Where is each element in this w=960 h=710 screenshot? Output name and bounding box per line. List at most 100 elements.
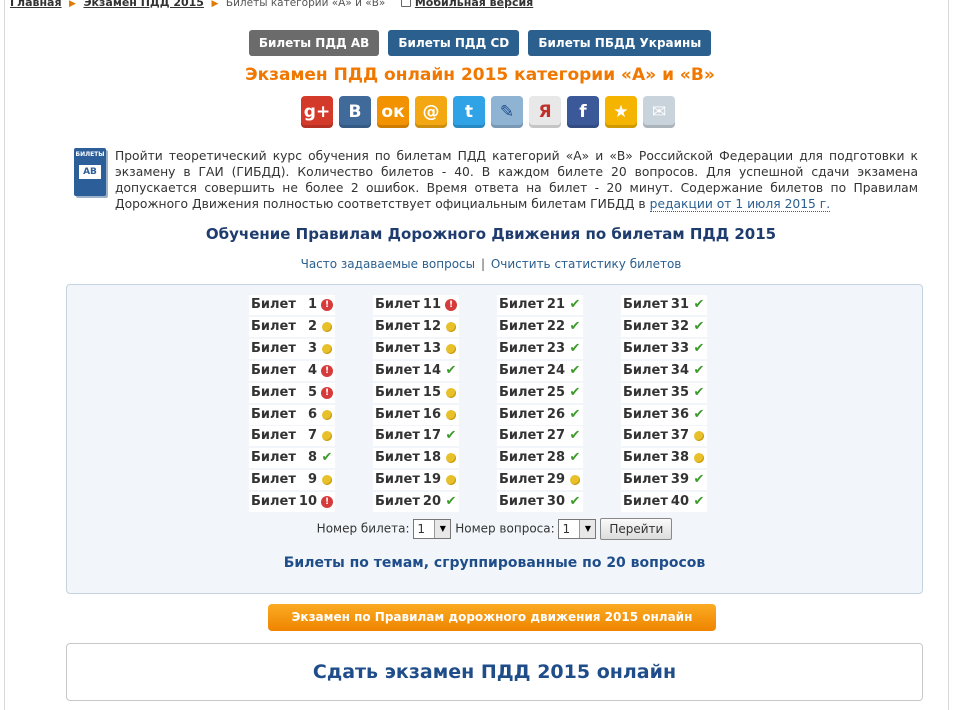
ticket-link[interactable]: Билет 24 ✔ [497,360,583,381]
ticket-link[interactable]: Билет 39 ✔ [621,470,707,491]
tickets-cd-button[interactable]: Билеты ПДД CD [388,30,520,56]
ticket-link[interactable]: Билет 22 ✔ [497,316,583,337]
ticket-number: 12 [422,318,441,334]
ticket-link[interactable]: Билет 34 ✔ [621,360,707,381]
ticket-link[interactable]: Билет 3 [249,338,335,359]
partial-status-icon [694,453,704,464]
ticket-link[interactable]: Билет 7 [249,426,335,447]
ticket-link[interactable]: Билет 30 ✔ [497,492,583,513]
ticket-link[interactable]: Билет 36 ✔ [621,404,707,425]
take-exam-box[interactable]: Сдать экзамен ПДД 2015 онлайн [66,643,923,701]
themes-link[interactable]: Билеты по темам, сгруппированные по 20 в… [67,553,922,573]
ticket-link[interactable]: Билет 27 ✔ [497,426,583,447]
take-exam-title[interactable]: Сдать экзамен ПДД 2015 онлайн [67,644,922,700]
ticket-link[interactable]: Билет 12 [373,316,459,337]
ticket-label: Билет [251,297,296,312]
mobile-version-link[interactable]: Мобильная версия [415,0,533,9]
go-button[interactable]: Перейти [600,518,673,540]
yandex-icon[interactable]: Я [529,96,561,128]
ticket-number: 20 [422,494,441,510]
ticket-link[interactable]: Билет 29 [497,470,583,491]
twitter-icon[interactable]: t [453,96,485,128]
ticket-number: 27 [546,428,565,444]
ticket-link[interactable]: Билет 20 ✔ [373,492,459,513]
clear-stats-link[interactable]: Очистить статистику билетов [491,257,682,271]
ticket-link[interactable]: Билет 35 ✔ [621,382,707,403]
ticket-label: Билет [623,406,668,422]
ticket-label: Билет [499,450,544,466]
breadcrumb-home-link[interactable]: Главная [10,0,62,9]
ticket-link[interactable]: Билет 1! [249,295,335,315]
partial-status-icon [322,409,332,420]
ticket-link[interactable]: Билет 38 [621,448,707,469]
mailru-icon[interactable]: @ [415,96,447,128]
ticket-label: Билет [499,318,544,334]
ticket-number: 25 [546,384,565,400]
checkmark-icon: ✔ [445,428,457,444]
chevron-down-icon: ▼ [579,520,596,538]
ticket-number: 18 [422,450,441,466]
email-icon[interactable]: ✉ [643,96,675,128]
partial-status-icon [694,431,704,442]
ticket-number: 17 [422,428,441,444]
question-number-select[interactable]: 1 ▼ [558,519,597,539]
ticket-link[interactable]: Билет 21 ✔ [497,295,583,315]
ticket-link[interactable]: Билет 40 ✔ [621,492,707,513]
vkontakte-icon[interactable]: В [339,96,371,128]
ticket-link[interactable]: Билет 2 [249,316,335,337]
ticket-label: Билет [623,362,668,378]
ticket-label: Билет [499,406,544,422]
ticket-number: 9 [307,472,317,488]
ticket-link[interactable]: Билет 28 ✔ [497,448,583,469]
ticket-link[interactable]: Билет 5! [249,382,335,403]
ticket-label: Билет [375,340,420,356]
checkmark-icon: ✔ [569,340,581,356]
ticket-link[interactable]: Билет 33 ✔ [621,338,707,359]
favorites-icon[interactable]: ★ [605,96,637,128]
ticket-link[interactable]: Билет 17 ✔ [373,426,459,447]
online-exam-button[interactable]: Экзамен по Правилам дорожного движения 2… [268,604,716,631]
ticket-link[interactable]: Билет 32 ✔ [621,316,707,337]
ticket-link[interactable]: Билет 19 [373,470,459,491]
faq-link[interactable]: Часто задаваемые вопросы [301,257,476,271]
ticket-link[interactable]: Билет 4! [249,360,335,381]
ticket-number: 15 [422,384,441,400]
tickets-ukraine-button[interactable]: Билеты ПБДД Украины [528,30,712,56]
ticket-link[interactable]: Билет 9 [249,470,335,491]
facebook-icon[interactable]: f [567,96,599,128]
breadcrumb-arrow-icon: ▶ [211,0,219,9]
ticket-link[interactable]: Билет 6 [249,404,335,425]
ticket-link[interactable]: Билет 25 ✔ [497,382,583,403]
ticket-link[interactable]: Билет 13 [373,338,459,359]
ticket-link[interactable]: Билет 8 ✔ [249,448,335,469]
edition-link[interactable]: редакции от 1 июля 2015 г. [649,197,831,212]
ticket-link[interactable]: Билет 11! [373,295,459,315]
ticket-link[interactable]: Билет 26 ✔ [497,404,583,425]
ticket-link[interactable]: Билет 37 [621,426,707,447]
googleplus-icon[interactable]: g+ [301,96,333,128]
odnoklassniki-icon[interactable]: ок [377,96,409,128]
ticket-link[interactable]: Билет 23 ✔ [497,338,583,359]
ticket-link[interactable]: Билет 18 [373,448,459,469]
checkmark-icon: ✔ [693,340,705,356]
ticket-number: 38 [670,450,689,466]
partial-status-icon [446,321,456,332]
ticket-number-select[interactable]: 1 ▼ [413,519,452,539]
ticket-label: Билет [623,494,668,510]
checkmark-icon: ✔ [569,494,581,510]
ticket-label: Билет [375,450,420,466]
checkmark-icon: ✔ [569,450,581,466]
ticket-link[interactable]: Билет 16 [373,404,459,425]
livejournal-icon[interactable]: ✎ [491,96,523,128]
ticket-link[interactable]: Билет 10! [249,492,335,513]
tickets-book-icon: БИЛЕТЫ AB [74,148,106,196]
ticket-link[interactable]: Билет 31 ✔ [621,295,707,315]
ticket-link[interactable]: Билет 15 [373,382,459,403]
breadcrumb-exam-link[interactable]: Экзамен ПДД 2015 [83,0,203,9]
ticket-label: Билет [375,472,420,488]
checkmark-icon: ✔ [569,297,581,312]
checkmark-icon: ✔ [569,406,581,422]
ticket-label: Билет [251,450,296,466]
ticket-link[interactable]: Билет 14 ✔ [373,360,459,381]
tickets-ab-button[interactable]: Билеты ПДД AB [248,30,380,56]
